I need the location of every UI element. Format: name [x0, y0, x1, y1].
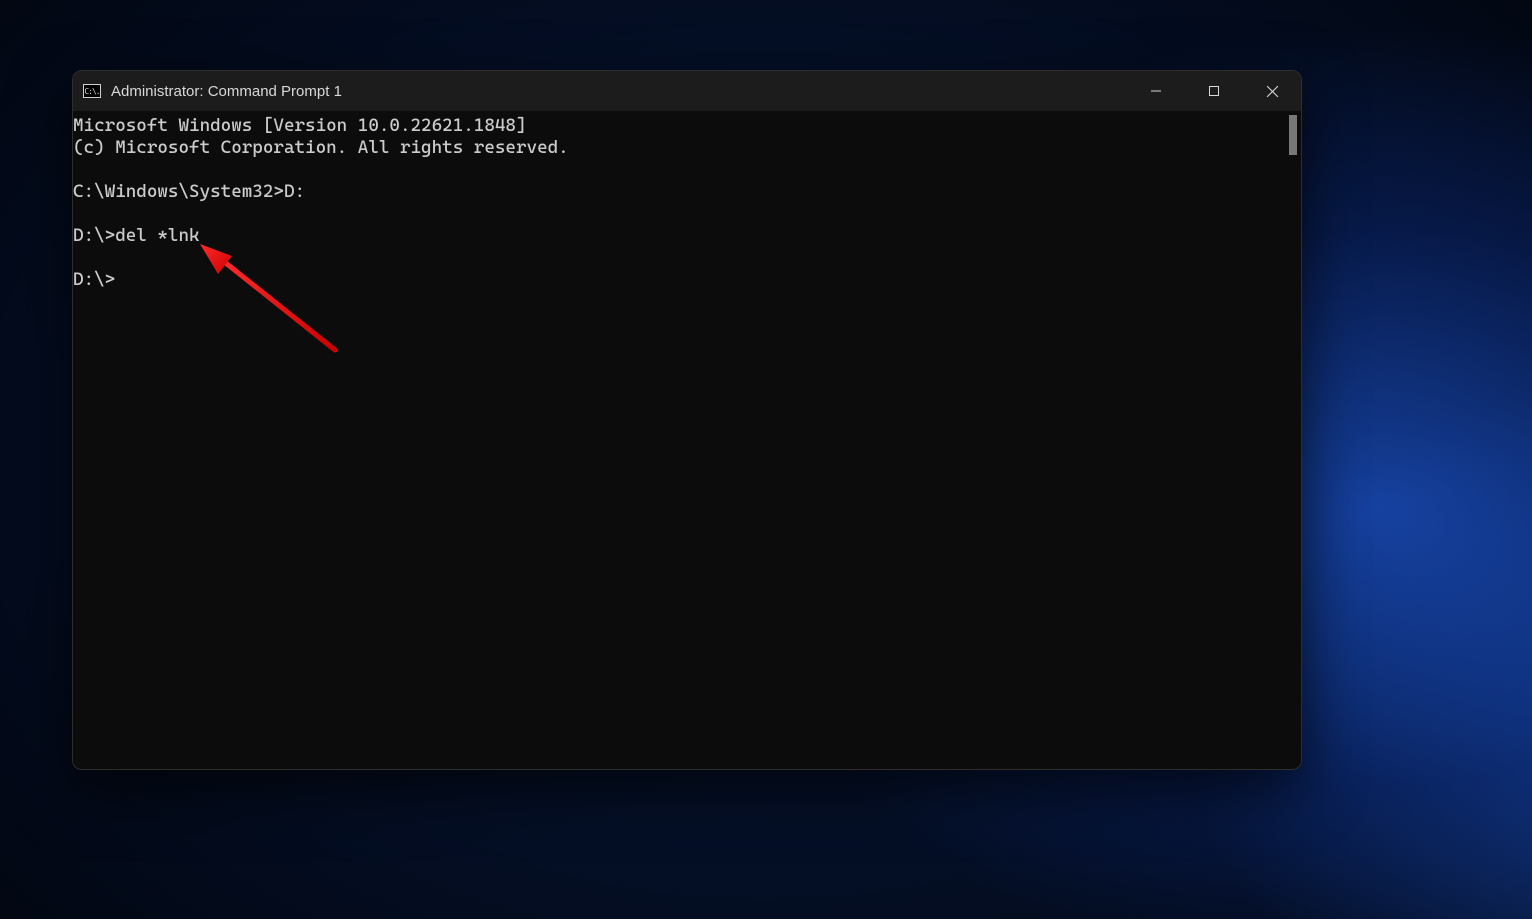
minimize-button[interactable] [1127, 71, 1185, 111]
scrollbar-thumb[interactable] [1289, 115, 1297, 155]
scrollbar[interactable] [1283, 111, 1301, 769]
minimize-icon [1150, 85, 1162, 97]
terminal-output[interactable]: Microsoft Windows [Version 10.0.22621.18… [73, 111, 1283, 769]
close-icon [1266, 85, 1279, 98]
cmd-icon: C:\. [83, 84, 101, 98]
close-button[interactable] [1243, 71, 1301, 111]
maximize-button[interactable] [1185, 71, 1243, 111]
maximize-icon [1208, 85, 1220, 97]
command-prompt-window: C:\. Administrator: Command Prompt 1 Mic… [72, 70, 1302, 770]
window-title: Administrator: Command Prompt 1 [111, 83, 342, 100]
titlebar[interactable]: C:\. Administrator: Command Prompt 1 [73, 71, 1301, 111]
